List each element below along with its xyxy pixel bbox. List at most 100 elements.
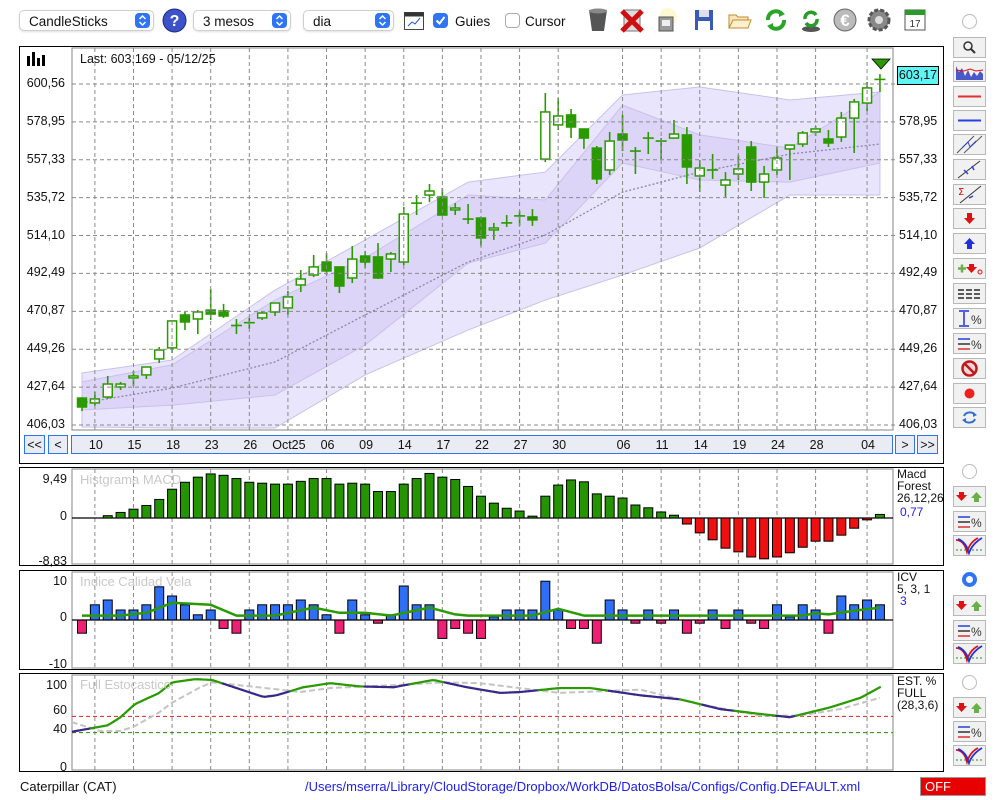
bar-chart-icon[interactable]: [27, 52, 45, 66]
icv-current-value: 3: [900, 594, 907, 608]
macd-oscillator-button[interactable]: [953, 535, 986, 556]
sigma-trendline-button[interactable]: Σ: [953, 184, 986, 205]
stoch-legend: EST. % FULL (28,3,6): [897, 675, 938, 711]
macd-bar: [527, 515, 538, 519]
macd-bar: [102, 515, 113, 519]
icv-y-min: -10: [48, 657, 67, 671]
macd-bar: [784, 517, 795, 554]
icv-bar: [771, 604, 782, 621]
arrows-down-up-icon: [956, 601, 982, 611]
horizontal-blue-line-button[interactable]: [953, 110, 986, 131]
icv-bar: [463, 619, 474, 634]
macd-y-zero: 0: [60, 509, 67, 523]
date-tick-label: 24: [771, 438, 785, 452]
stoch-oscillator-button[interactable]: [953, 745, 986, 766]
clear-button[interactable]: [953, 358, 986, 379]
date-tick-label: 26: [243, 438, 258, 452]
candle-doji: [629, 150, 641, 152]
off-status-button[interactable]: OFF: [920, 777, 986, 796]
macd-bar: [282, 483, 293, 519]
candle-up: [797, 132, 808, 145]
date-tick-label: 18: [166, 438, 181, 452]
candle-down: [334, 266, 345, 287]
macd-bar: [643, 507, 654, 519]
date-tick-label: 10: [88, 438, 103, 452]
macd-bar: [321, 478, 332, 519]
price-tick-label: 535,72: [26, 189, 65, 204]
icv-bar: [102, 599, 113, 621]
date-tick-label: 19: [732, 438, 747, 452]
date-axis-scrollbar[interactable]: 10 15 18 23 26 Oct25 06 09 14 17 22 27 30 06 11 14 19 24 2…: [71, 435, 893, 454]
icv-bar: [411, 604, 422, 621]
candle-down: [578, 128, 590, 139]
icv-bar: [205, 609, 216, 621]
nav-next-button[interactable]: >: [895, 435, 915, 454]
volume-chart-button[interactable]: [953, 61, 986, 82]
icv-levels-button[interactable]: %: [953, 620, 986, 641]
macd-bar: [566, 479, 577, 519]
candle-up: [758, 173, 770, 183]
price-tick-label: 492,49: [899, 265, 938, 280]
trendline-button[interactable]: [953, 159, 986, 180]
candle-doji: [707, 169, 719, 171]
macd-bar: [244, 481, 255, 519]
candle-up: [424, 190, 435, 196]
macd-bar: [373, 491, 384, 519]
macd-bar: [141, 504, 152, 519]
lines-percent-button[interactable]: %: [953, 333, 986, 354]
sync-button[interactable]: [953, 407, 986, 428]
candle-up: [668, 133, 680, 139]
macd-levels-button[interactable]: %: [953, 511, 986, 532]
macd-bar: [849, 517, 860, 529]
candle-up: [810, 128, 821, 133]
config-path-link[interactable]: /Users/mserra/Library/CloudStorage/Dropb…: [305, 779, 860, 794]
candle-down: [76, 397, 88, 408]
macd-bar: [360, 483, 371, 519]
stoch-signals-button[interactable]: [953, 697, 986, 718]
macd-bar: [398, 483, 409, 519]
arrow-up-blue-icon: [964, 238, 975, 249]
icv-title: Indice Calidad Vela: [80, 574, 192, 589]
candle-up: [604, 140, 615, 171]
icv-bar: [154, 586, 165, 621]
add-signal-button[interactable]: [953, 258, 986, 279]
height-percent-icon: %: [959, 310, 982, 327]
icv-oscillator-button[interactable]: [953, 643, 986, 664]
dashed-lines-button[interactable]: [953, 283, 986, 304]
candle-doji: [411, 202, 423, 204]
zoom-button[interactable]: [953, 37, 986, 58]
macd-bar: [810, 517, 821, 542]
channel-button[interactable]: [953, 134, 986, 155]
range-percent-button[interactable]: %: [953, 308, 986, 329]
horizontal-red-line-button[interactable]: [953, 86, 986, 107]
stoch-levels-button[interactable]: %: [953, 721, 986, 742]
nav-first-button[interactable]: <<: [24, 435, 45, 454]
macd-bar: [115, 511, 126, 519]
icv-bar: [257, 604, 268, 621]
candle-up: [488, 227, 500, 231]
macd-signals-button[interactable]: [953, 486, 986, 507]
icv-signals-button[interactable]: [953, 595, 986, 616]
candle-down: [591, 147, 603, 180]
macd-bar: [591, 493, 602, 519]
candle-up: [269, 302, 281, 313]
lines-percent-icon: %: [958, 625, 982, 639]
panel-radio-icv[interactable]: [962, 572, 977, 587]
lines-percent-icon: %: [958, 338, 982, 352]
nav-prev-button[interactable]: <: [48, 435, 68, 454]
icv-bar: [591, 619, 602, 644]
macd-y-min: -8,83: [38, 554, 68, 568]
price-tick-label: 557,33: [26, 151, 65, 166]
panel-radio-macd[interactable]: [962, 464, 977, 479]
mini-chart-icon: [955, 66, 984, 80]
icv-bar: [192, 614, 203, 621]
arrows-down-up-icon: [956, 703, 982, 713]
buy-arrow-button[interactable]: [953, 233, 986, 254]
sell-arrow-button[interactable]: [953, 208, 986, 229]
blue-line-icon: [958, 119, 981, 122]
panel-radio-stochastic[interactable]: [962, 675, 977, 690]
nav-last-button[interactable]: >>: [917, 435, 938, 454]
price-tick-label: 470,87: [26, 303, 65, 318]
record-button[interactable]: [953, 383, 986, 404]
trendline-icon: [957, 160, 981, 179]
